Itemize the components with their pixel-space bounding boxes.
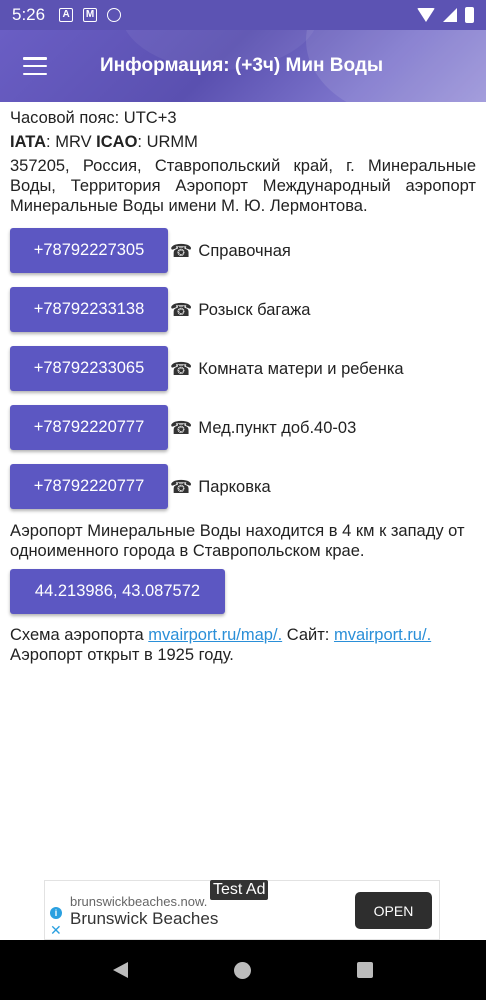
phone-label: Розыск багажа bbox=[198, 300, 311, 319]
ad-domain: brunswickbeaches.now. bbox=[70, 894, 208, 909]
footer-text: Схема аэропорта mvairport.ru/map/. Сайт:… bbox=[10, 625, 476, 645]
phone-button-info[interactable]: +78792227305 bbox=[10, 228, 168, 273]
battery-icon bbox=[465, 7, 474, 23]
scheme-label: Схема аэропорта bbox=[10, 626, 149, 644]
codes-text: IATA: MRV ICAO: URMM bbox=[10, 132, 476, 152]
address-text: 357205, Россия, Ставропольский край, г. … bbox=[10, 157, 476, 215]
coordinates-button[interactable]: 44.213986, 43.087572 bbox=[10, 569, 225, 614]
site-label: Сайт: bbox=[282, 626, 334, 644]
phone-button-medical[interactable]: +78792220777 bbox=[10, 405, 168, 450]
phone-label: Парковка bbox=[198, 477, 271, 496]
cell-signal-icon bbox=[443, 8, 457, 22]
opened-text: Аэропорт открыт в 1925 году. bbox=[10, 646, 234, 664]
a-icon: A bbox=[59, 8, 74, 22]
phone-button-parking[interactable]: +78792220777 bbox=[10, 464, 168, 509]
mail-icon: M bbox=[83, 8, 98, 22]
close-icon[interactable]: ✕ bbox=[50, 923, 62, 937]
wifi-icon bbox=[417, 8, 435, 22]
info-content: Часовой пояс: UTC+3 IATA: MRV ICAO: URMM… bbox=[10, 108, 476, 665]
phone-icon: ☎ bbox=[170, 476, 193, 497]
nav-bar bbox=[0, 940, 486, 1000]
ad-tag: Test Ad bbox=[210, 880, 269, 900]
icao-value: : URMM bbox=[137, 133, 198, 151]
phone-row: +78792233065 ☎ Комната матери и ребенка bbox=[10, 346, 476, 391]
phone-button-mother-child[interactable]: +78792233065 bbox=[10, 346, 168, 391]
icao-label: ICAO bbox=[96, 133, 138, 151]
ad-open-button[interactable]: OPEN bbox=[355, 892, 432, 929]
phone-row: +78792220777 ☎ Мед.пункт доб.40-03 bbox=[10, 405, 476, 450]
phone-icon: ☎ bbox=[170, 240, 193, 261]
phone-icon: ☎ bbox=[170, 299, 193, 320]
menu-icon[interactable] bbox=[23, 57, 47, 75]
iata-label: IATA bbox=[10, 133, 47, 151]
recent-apps-icon[interactable] bbox=[357, 962, 373, 978]
description-text: Аэропорт Минеральные Воды находится в 4 … bbox=[10, 522, 465, 560]
back-icon[interactable] bbox=[113, 962, 128, 978]
site-link[interactable]: mvairport.ru/. bbox=[334, 626, 431, 644]
iata-value: : MRV bbox=[46, 133, 97, 151]
phone-label: Мед.пункт доб.40-03 bbox=[198, 418, 357, 437]
phone-row: +78792227305 ☎ Справочная bbox=[10, 228, 476, 273]
phone-button-baggage[interactable]: +78792233138 bbox=[10, 287, 168, 332]
status-bar: 5:26 A M bbox=[0, 0, 486, 30]
scheme-link[interactable]: mvairport.ru/map/. bbox=[148, 626, 282, 644]
home-icon[interactable] bbox=[234, 961, 251, 979]
phone-label: Комната матери и ребенка bbox=[198, 359, 404, 378]
phone-icon: ☎ bbox=[170, 417, 193, 438]
ad-title: Brunswick Beaches bbox=[70, 909, 219, 928]
phone-row: +78792220777 ☎ Парковка bbox=[10, 464, 476, 509]
status-time: 5:26 bbox=[12, 5, 46, 24]
phone-icon: ☎ bbox=[170, 358, 193, 379]
timezone-text: Часовой пояс: UTC+3 bbox=[10, 109, 177, 127]
phone-label: Справочная bbox=[198, 241, 291, 260]
app-bar: Информация: (+3ч) Мин Воды bbox=[0, 30, 486, 102]
ad-info-icon[interactable]: i bbox=[50, 907, 62, 919]
sync-icon bbox=[107, 8, 122, 22]
status-right bbox=[417, 7, 474, 23]
page-title: Информация: (+3ч) Мин Воды bbox=[100, 55, 384, 76]
ad-banner[interactable]: Test Ad i ✕ brunswickbeaches.now. Brunsw… bbox=[44, 880, 440, 940]
phone-row: +78792233138 ☎ Розыск багажа bbox=[10, 287, 476, 332]
